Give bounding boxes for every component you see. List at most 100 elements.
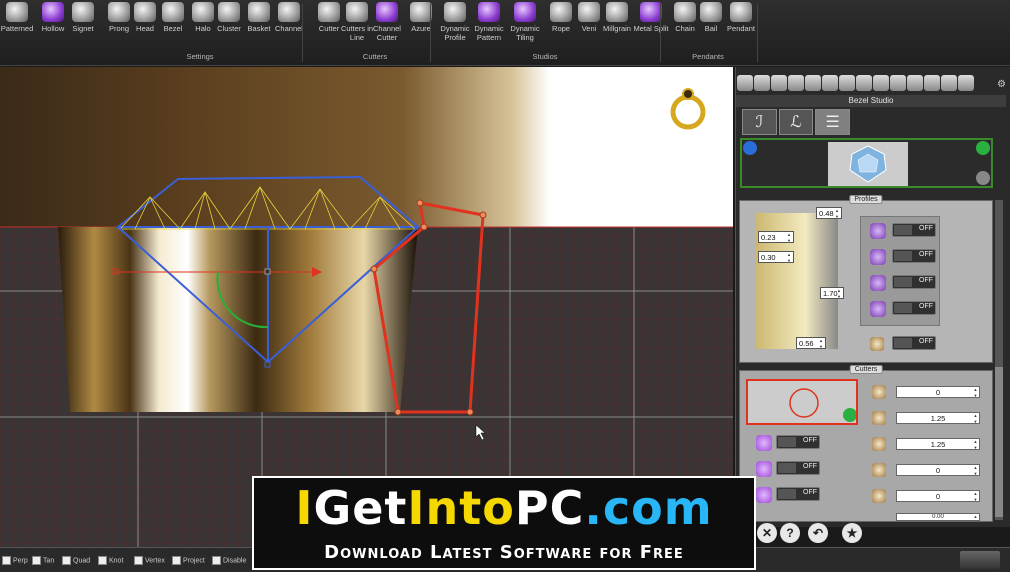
ribbon-separator — [302, 4, 303, 62]
cutters-in-line-icon — [346, 2, 368, 22]
cutter-preview[interactable] — [746, 379, 858, 425]
group-label-pendants: Pendants — [692, 52, 724, 61]
snap-option-quad[interactable]: Quad — [62, 556, 90, 565]
cutter-value-3[interactable]: 1.25 — [896, 438, 980, 451]
gem-color-icon[interactable] — [976, 141, 990, 155]
left-b-input[interactable]: 0.30 — [758, 251, 794, 264]
tab-bezel-shape[interactable]: ℐ — [742, 109, 777, 135]
profile-toggle-3[interactable]: OFF — [892, 275, 936, 289]
tab-icon[interactable] — [822, 75, 838, 91]
tab-icon[interactable] — [839, 75, 855, 91]
profiles-section: Profiles 0.48 0.23 0.30 1.70 0.56 OFF OF… — [739, 195, 993, 363]
cutter-param-icon — [872, 463, 886, 477]
ribbon-button-pendant[interactable]: Pendant — [720, 2, 762, 33]
snap-option-vertex[interactable]: Vertex — [134, 556, 165, 565]
checkbox[interactable] — [172, 556, 181, 565]
tab-icon[interactable] — [924, 75, 940, 91]
checkbox[interactable] — [212, 556, 221, 565]
cutter-value-1[interactable]: 0 — [896, 386, 980, 399]
ribbon-button-label: Pendant — [727, 24, 755, 33]
ribbon-button-label: Dynamic Profile — [440, 24, 470, 42]
checkbox[interactable] — [32, 556, 41, 565]
dynamic-profile-icon — [444, 2, 466, 22]
checkbox[interactable] — [134, 556, 143, 565]
ribbon-button-label: Hollow — [41, 24, 65, 33]
profile-toggle-4[interactable]: OFF — [892, 301, 936, 315]
cutter-value-4[interactable]: 0 — [896, 464, 980, 477]
snap-option-perp[interactable]: Perp — [2, 556, 28, 565]
left-a-input[interactable]: 0.23 — [758, 231, 794, 244]
tab-bezel-profile[interactable]: ℒ — [778, 109, 814, 135]
metal-split-icon — [640, 2, 662, 22]
profile-toggle-5[interactable]: OFF — [892, 336, 936, 350]
ribbon-separator — [430, 4, 431, 62]
ribbon-separator — [660, 4, 661, 62]
gem-shape-icon[interactable] — [743, 141, 757, 155]
tab-icon[interactable] — [873, 75, 889, 91]
gem-preview-box[interactable] — [740, 138, 993, 188]
gem-settings-icon[interactable] — [976, 171, 990, 185]
tab-icon[interactable] — [907, 75, 923, 91]
tab-icon[interactable] — [958, 75, 974, 91]
3d-viewport[interactable] — [0, 67, 733, 547]
bottom-width-input[interactable]: 0.56 — [796, 337, 826, 350]
cutter-toggle-2[interactable]: OFF — [776, 461, 820, 475]
cutter-toggle-3[interactable]: OFF — [776, 487, 820, 501]
snap-option-label: Project — [183, 557, 205, 565]
close-icon[interactable]: ✕ — [757, 523, 777, 543]
ribbon-button-label: Dynamic Tiling — [510, 24, 540, 42]
checkbox[interactable] — [62, 556, 71, 565]
tab-icon[interactable] — [805, 75, 821, 91]
azure-icon — [410, 2, 432, 22]
ribbon-button-label: Channel Cutter — [373, 24, 401, 42]
group-label-studios: Studios — [532, 52, 558, 61]
tab-icon[interactable] — [890, 75, 906, 91]
snap-option-project[interactable]: Project — [172, 556, 205, 565]
top-width-input[interactable]: 0.48 — [816, 207, 842, 220]
undo-icon[interactable]: ↶ — [808, 523, 828, 543]
cutters-section: Cutters OFF OFF OFF 0 1.25 1.25 0 0 0.00 — [739, 365, 993, 522]
scrollbar-thumb[interactable] — [995, 367, 1003, 517]
help-icon[interactable]: ? — [780, 523, 800, 543]
tab-icon[interactable] — [737, 75, 753, 91]
watermark-tagline: Download Latest Software for Free — [324, 542, 684, 563]
profile-toggle-2[interactable]: OFF — [892, 249, 936, 263]
snap-option-label: Tan — [43, 557, 55, 565]
gear-icon[interactable]: ⚙ — [997, 79, 1006, 90]
snap-option-label: Knot — [109, 557, 124, 565]
snap-option-disable[interactable]: Disable — [212, 556, 246, 565]
panel-title: Bezel Studio — [736, 95, 1006, 107]
cutter-value-2[interactable]: 1.25 — [896, 412, 980, 425]
snap-option-knot[interactable]: Knot — [98, 556, 123, 565]
tab-icon[interactable] — [856, 75, 872, 91]
hollow-icon — [42, 2, 64, 22]
cutter-param-icon — [872, 437, 886, 451]
height-input[interactable]: 1.70 — [820, 287, 844, 300]
ribbon-button-label: Azure — [411, 24, 431, 33]
profile-toggle-1[interactable]: OFF — [892, 223, 936, 237]
cutter-toggle-1[interactable]: OFF — [776, 435, 820, 449]
tab-icon[interactable] — [788, 75, 804, 91]
checkbox[interactable] — [98, 556, 107, 565]
cutters-label: Cutters — [849, 365, 883, 374]
favorite-icon[interactable]: ★ — [842, 523, 862, 543]
pendant-icon — [730, 2, 752, 22]
ribbon-button-label: Dynamic Pattern — [474, 24, 504, 42]
cutter-value-6[interactable]: 0.00 — [896, 513, 980, 521]
tab-bezel-settings[interactable]: ☰ — [815, 109, 851, 135]
cutter-param-icon — [872, 411, 886, 425]
tab-icon[interactable] — [754, 75, 770, 91]
signet-icon — [72, 2, 94, 22]
viewport-scene — [0, 67, 733, 547]
watermark-banner: IGetIntoPC.com Download Latest Software … — [252, 476, 756, 570]
ribbon-button-label: Channel — [275, 24, 303, 33]
ribbon-button-channel[interactable]: Channel — [268, 2, 310, 33]
tab-icon[interactable] — [941, 75, 957, 91]
ribbon-button-label: Signet — [72, 24, 94, 33]
tab-icon[interactable] — [771, 75, 787, 91]
snap-option-tan[interactable]: Tan — [32, 556, 54, 565]
snap-option-label: Quad — [73, 557, 91, 565]
cutter-value-5[interactable]: 0 — [896, 490, 980, 503]
checkbox[interactable] — [2, 556, 11, 565]
ribbon-button-label: Bezel — [163, 24, 183, 33]
